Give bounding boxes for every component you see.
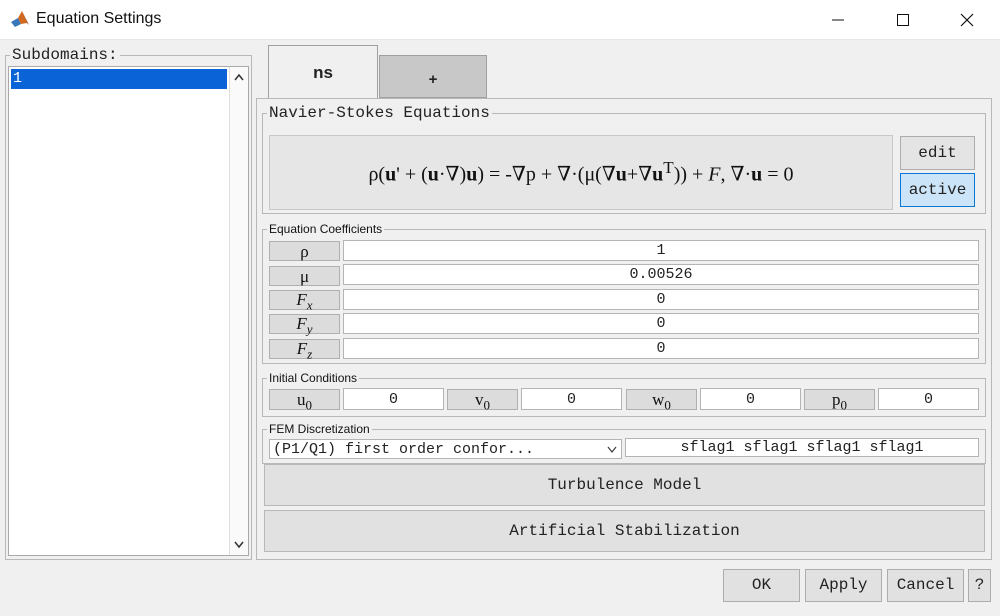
ic-w0-field[interactable]: 0	[700, 388, 801, 410]
minimize-button[interactable]	[815, 0, 861, 40]
minimize-icon	[832, 19, 844, 21]
turbulence-model-button[interactable]: Turbulence Model	[264, 464, 985, 506]
coefficients-legend: Equation Coefficients	[269, 222, 383, 236]
close-icon	[960, 13, 974, 27]
equation-formula: ρ(u' + (u·∇)u) = -∇p + ∇·(μ(∇u+∇uT)) + F…	[368, 158, 794, 186]
chevron-down-icon	[607, 446, 617, 454]
fem-flags-field[interactable]: sflag1 sflag1 sflag1 sflag1	[625, 438, 979, 457]
coef-mu-field[interactable]: 0.00526	[343, 264, 979, 285]
edit-button[interactable]: edit	[900, 136, 975, 170]
equation-display: ρ(u' + (u·∇)u) = -∇p + ∇·(μ(∇u+∇uT)) + F…	[269, 135, 893, 210]
tab-ns[interactable]: ns	[268, 45, 378, 98]
subdomain-listbox[interactable]: 1	[8, 66, 249, 556]
coef-fz-field[interactable]: 0	[343, 338, 979, 359]
coef-rho-label[interactable]: ρ	[269, 241, 340, 261]
equation-legend: Navier-Stokes Equations	[269, 104, 490, 122]
initial-conditions-legend: Initial Conditions	[269, 371, 358, 385]
artificial-stabilization-button[interactable]: Artificial Stabilization	[264, 510, 985, 552]
title-bar: Equation Settings	[0, 0, 1000, 40]
coef-rho-field[interactable]: 1	[343, 240, 979, 261]
chevron-up-icon[interactable]	[234, 73, 244, 81]
ic-v0-label[interactable]: v0	[447, 389, 518, 412]
maximize-icon	[897, 14, 909, 26]
vertical-scrollbar[interactable]	[229, 67, 248, 555]
coef-fy-field[interactable]: 0	[343, 313, 979, 334]
matlab-icon	[10, 9, 30, 29]
active-button[interactable]: active	[900, 173, 975, 207]
subdomains-legend: Subdomains:	[12, 46, 118, 64]
close-button[interactable]	[944, 0, 990, 40]
help-button[interactable]: ?	[968, 569, 991, 602]
tab-add[interactable]: +	[379, 55, 487, 98]
coef-fy-label[interactable]: Fy	[269, 314, 340, 336]
ic-p0-label[interactable]: p0	[804, 389, 875, 412]
cancel-button[interactable]: Cancel	[887, 569, 964, 602]
chevron-down-icon[interactable]	[234, 541, 244, 549]
fem-element-select[interactable]: (P1/Q1) first order confor...	[269, 439, 622, 459]
ic-w0-label[interactable]: w0	[626, 389, 697, 412]
coef-fx-field[interactable]: 0	[343, 289, 979, 310]
coef-mu-label[interactable]: μ	[269, 266, 340, 286]
ok-button[interactable]: OK	[723, 569, 800, 602]
fem-element-value: (P1/Q1) first order confor...	[273, 441, 535, 458]
window-title: Equation Settings	[36, 10, 162, 27]
list-item[interactable]: 1	[11, 69, 227, 89]
ic-u0-field[interactable]: 0	[343, 388, 444, 410]
maximize-button[interactable]	[880, 0, 926, 40]
fem-legend: FEM Discretization	[269, 422, 370, 436]
coef-fz-label[interactable]: Fz	[269, 339, 340, 361]
ic-p0-field[interactable]: 0	[878, 388, 979, 410]
ic-v0-field[interactable]: 0	[521, 388, 622, 410]
coef-fx-label[interactable]: Fx	[269, 290, 340, 312]
apply-button[interactable]: Apply	[805, 569, 882, 602]
ic-u0-label[interactable]: u0	[269, 389, 340, 412]
